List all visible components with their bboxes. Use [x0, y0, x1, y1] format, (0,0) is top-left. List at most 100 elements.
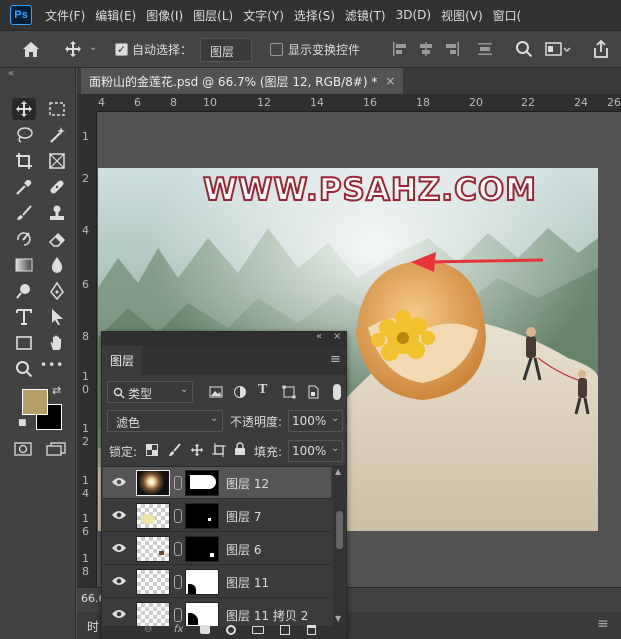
ruler-top[interactable]: 4 6 8 10 12 14 16 18 20 22 24 26	[97, 94, 621, 112]
layer-thumbnail[interactable]	[136, 503, 170, 529]
fx-icon[interactable]: fx	[174, 624, 183, 635]
link-layers-icon[interactable]: ⊖	[144, 624, 152, 635]
layer-mask-thumbnail[interactable]	[185, 503, 219, 529]
visibility-eye-icon[interactable]	[111, 575, 127, 587]
shape-filter-icon[interactable]	[282, 385, 296, 399]
layer-row[interactable]: 图层 7	[103, 500, 331, 532]
document-tab[interactable]: 面粉山的金莲花.psd @ 66.7% (图层 12, RGB/8#) * ×	[81, 68, 404, 94]
search-icon[interactable]	[515, 40, 533, 58]
layer-row[interactable]: 图层 11	[103, 566, 331, 598]
layer-thumbnail[interactable]	[136, 470, 170, 496]
link-icon[interactable]	[174, 476, 182, 490]
auto-select-checkbox[interactable]: ✓	[115, 43, 128, 56]
crop-tool-button[interactable]	[12, 150, 36, 172]
move-tool-icon[interactable]	[64, 40, 82, 58]
ruler-left[interactable]: 1 2 4 6 8 1 0 1 2 1 4 1 6 1 8	[77, 112, 97, 587]
link-icon[interactable]	[174, 575, 182, 589]
layer-row[interactable]: 图层 12	[103, 467, 331, 499]
brush-tool-button[interactable]	[12, 202, 36, 224]
visibility-eye-icon[interactable]	[111, 509, 127, 521]
layer-mask-thumbnail[interactable]	[185, 470, 219, 496]
lock-pixels-icon[interactable]	[168, 443, 182, 457]
menu-edit[interactable]: 编辑(E)	[90, 7, 141, 24]
dodge-tool-button[interactable]	[12, 280, 36, 302]
layer-name[interactable]: 图层 11	[226, 574, 269, 591]
layer-name[interactable]: 图层 11 拷贝 2	[226, 607, 308, 624]
menu-type[interactable]: 文字(Y)	[238, 7, 289, 24]
layer-filter-dropdown[interactable]: 类型 ⌄	[107, 381, 193, 403]
layers-panel-header[interactable]: « ×	[102, 331, 346, 346]
smart-object-filter-icon[interactable]	[306, 385, 320, 399]
rectangle-tool-button[interactable]	[12, 332, 36, 354]
move-tool-button[interactable]	[12, 98, 36, 120]
lock-transparency-icon[interactable]	[146, 444, 158, 456]
menu-file[interactable]: 文件(F)	[40, 7, 90, 24]
history-brush-tool-button[interactable]	[12, 228, 36, 250]
layer-thumbnail[interactable]	[136, 602, 170, 626]
lasso-tool-button[interactable]	[12, 124, 36, 146]
layer-thumbnail[interactable]	[136, 536, 170, 562]
eyedropper-tool-button[interactable]	[12, 176, 36, 198]
link-icon[interactable]	[174, 608, 182, 622]
quick-mask-icon[interactable]	[14, 442, 32, 456]
pen-tool-button[interactable]	[45, 280, 69, 302]
screen-mode-icon[interactable]	[46, 442, 66, 456]
path-select-tool-button[interactable]	[45, 306, 69, 328]
adjustment-filter-icon[interactable]	[233, 385, 247, 399]
add-mask-icon[interactable]	[200, 625, 210, 634]
menu-3d[interactable]: 3D(D)	[391, 8, 436, 22]
layer-thumbnail[interactable]	[136, 569, 170, 595]
menu-image[interactable]: 图像(I)	[141, 7, 188, 24]
new-group-icon[interactable]	[252, 626, 264, 634]
layer-row[interactable]: 图层 11 拷贝 2	[103, 599, 331, 626]
default-colors-icon[interactable]: ■	[18, 418, 27, 428]
scroll-down-icon[interactable]: ▼	[335, 614, 341, 623]
tab-layers[interactable]: 图层	[102, 346, 142, 374]
hand-tool-button[interactable]	[45, 332, 69, 354]
filter-toggle-switch[interactable]	[333, 384, 341, 400]
stamp-tool-button[interactable]	[45, 202, 69, 224]
menu-select[interactable]: 选择(S)	[289, 7, 340, 24]
layer-name[interactable]: 图层 7	[226, 508, 261, 525]
more-tools-icon[interactable]: •••	[40, 358, 64, 372]
menu-view[interactable]: 视图(V)	[436, 7, 488, 24]
layer-name[interactable]: 图层 6	[226, 541, 261, 558]
visibility-eye-icon[interactable]	[111, 608, 127, 620]
lock-artboard-icon[interactable]	[212, 443, 226, 457]
gradient-tool-button[interactable]	[12, 254, 36, 276]
image-filter-icon[interactable]	[209, 385, 223, 399]
scrollbar-thumb[interactable]	[336, 511, 343, 549]
menu-window[interactable]: 窗口(	[488, 7, 527, 24]
layer-row[interactable]: 图层 6	[103, 533, 331, 565]
share-icon[interactable]	[592, 39, 610, 59]
swap-colors-icon[interactable]: ⇄	[52, 384, 61, 397]
close-tab-icon[interactable]: ×	[385, 74, 395, 88]
layer-list-scrollbar[interactable]: ▲ ▼	[333, 467, 345, 626]
blur-tool-button[interactable]	[45, 254, 69, 276]
type-tool-button[interactable]	[12, 306, 36, 328]
opacity-input[interactable]: 100% ⌄	[288, 410, 343, 432]
visibility-eye-icon[interactable]	[111, 542, 127, 554]
show-transform-checkbox[interactable]	[270, 43, 283, 56]
visibility-eye-icon[interactable]	[111, 476, 127, 488]
link-icon[interactable]	[174, 509, 182, 523]
foreground-color-swatch[interactable]	[22, 389, 48, 415]
delete-layer-icon[interactable]	[307, 625, 316, 635]
magic-wand-tool-button[interactable]	[45, 124, 69, 146]
panel-menu-icon[interactable]: ≡	[597, 616, 609, 632]
healing-brush-tool-button[interactable]	[45, 176, 69, 198]
collapse-icon[interactable]: «	[316, 331, 322, 342]
align-center-icon[interactable]	[418, 41, 434, 57]
lock-position-icon[interactable]	[190, 443, 204, 457]
lock-all-icon[interactable]	[234, 442, 246, 456]
layer-mask-thumbnail[interactable]	[185, 536, 219, 562]
type-filter-icon[interactable]: T	[258, 382, 267, 398]
blend-mode-dropdown[interactable]: 滤色 ⌄	[107, 410, 223, 432]
panel-options-icon[interactable]: ≡	[330, 352, 341, 367]
workspace-icon[interactable]	[545, 41, 571, 57]
align-left-icon[interactable]	[392, 41, 408, 57]
collapse-panel-icon[interactable]: «	[8, 68, 14, 79]
marquee-tool-button[interactable]	[45, 98, 69, 120]
chevron-down-icon[interactable]: ⌄	[89, 42, 97, 53]
layer-name[interactable]: 图层 12	[226, 475, 269, 492]
